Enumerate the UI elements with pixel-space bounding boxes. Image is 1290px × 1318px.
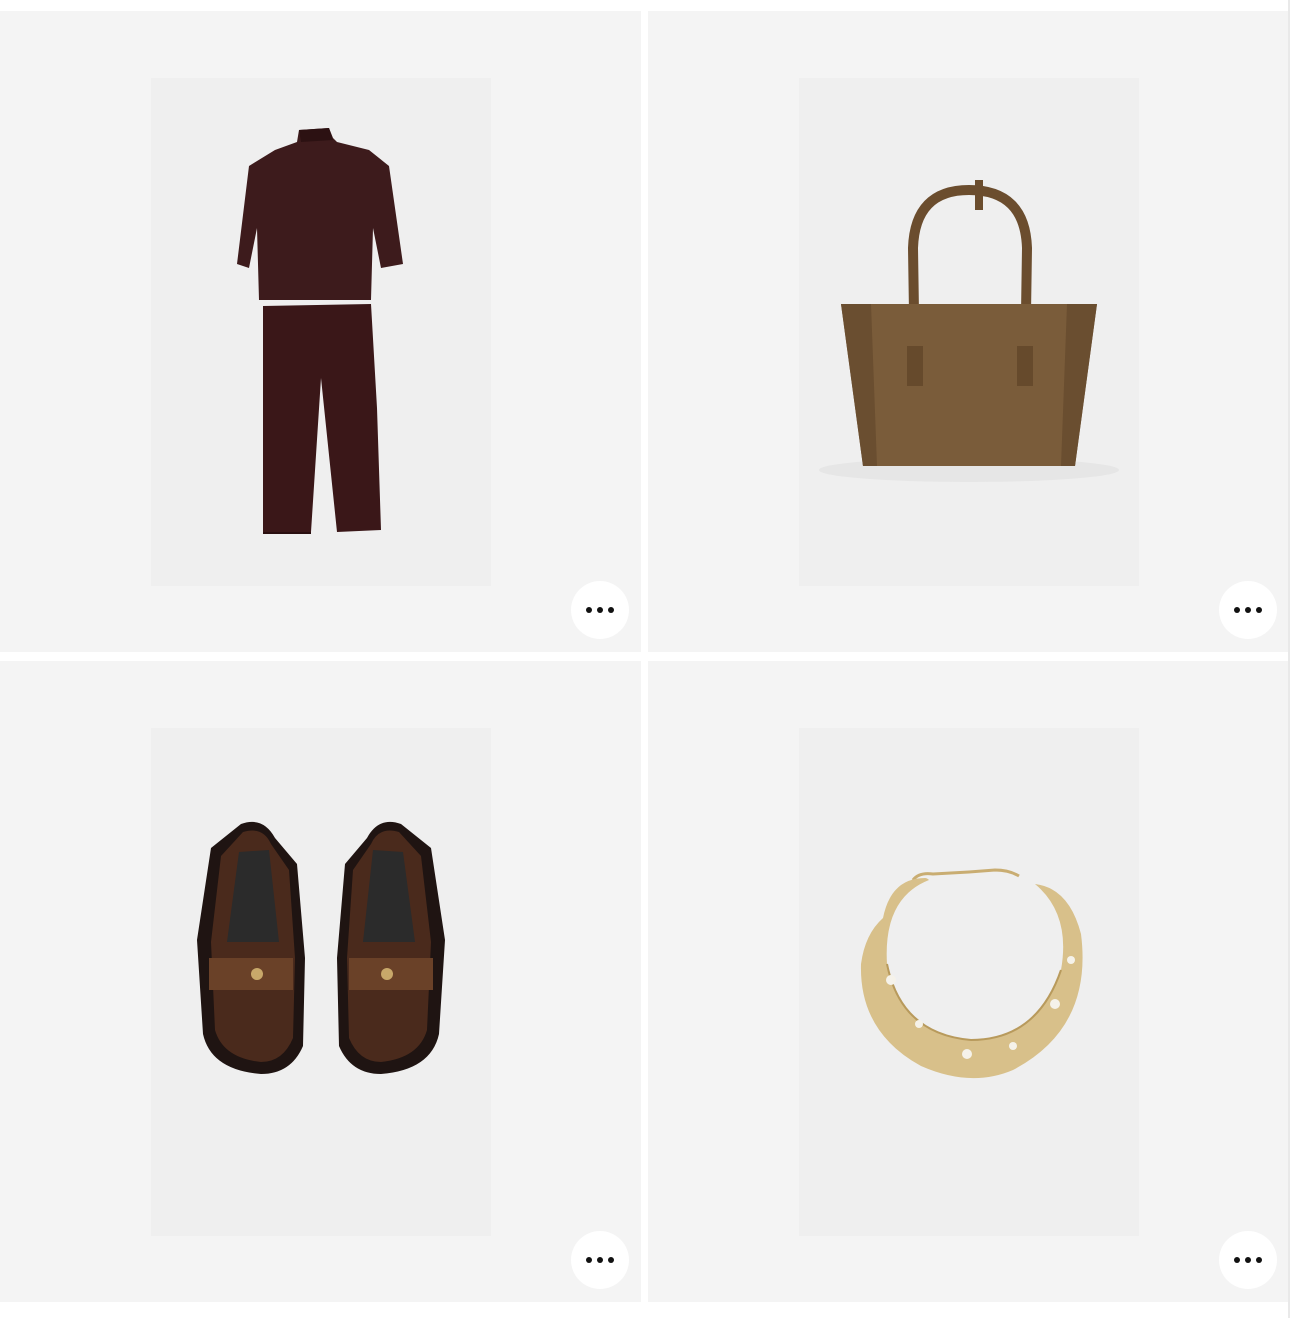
more-options-button[interactable]	[571, 581, 629, 639]
more-options-button[interactable]	[1219, 581, 1277, 639]
two-piece-outfit-image	[237, 128, 403, 534]
product-card-necklace[interactable]	[648, 661, 1290, 1302]
product-image-loafers[interactable]	[151, 728, 491, 1236]
product-image-tote-bag[interactable]	[799, 78, 1139, 586]
more-options-button[interactable]	[571, 1231, 629, 1289]
more-horizontal-icon	[1234, 1257, 1262, 1263]
product-card-loafers[interactable]	[0, 661, 641, 1302]
gold-collar-necklace-image	[860, 868, 1083, 1079]
product-image-outfit[interactable]	[151, 78, 491, 586]
product-card-outfit[interactable]	[0, 11, 641, 652]
more-options-button[interactable]	[1219, 1231, 1277, 1289]
product-image-necklace[interactable]	[799, 728, 1139, 1236]
product-grid	[0, 0, 1290, 1318]
more-horizontal-icon	[1234, 607, 1262, 613]
penny-loafers-image	[197, 821, 445, 1074]
tote-bag-image	[819, 180, 1119, 482]
product-card-tote-bag[interactable]	[648, 11, 1290, 652]
more-horizontal-icon	[586, 1257, 614, 1263]
more-horizontal-icon	[586, 607, 614, 613]
